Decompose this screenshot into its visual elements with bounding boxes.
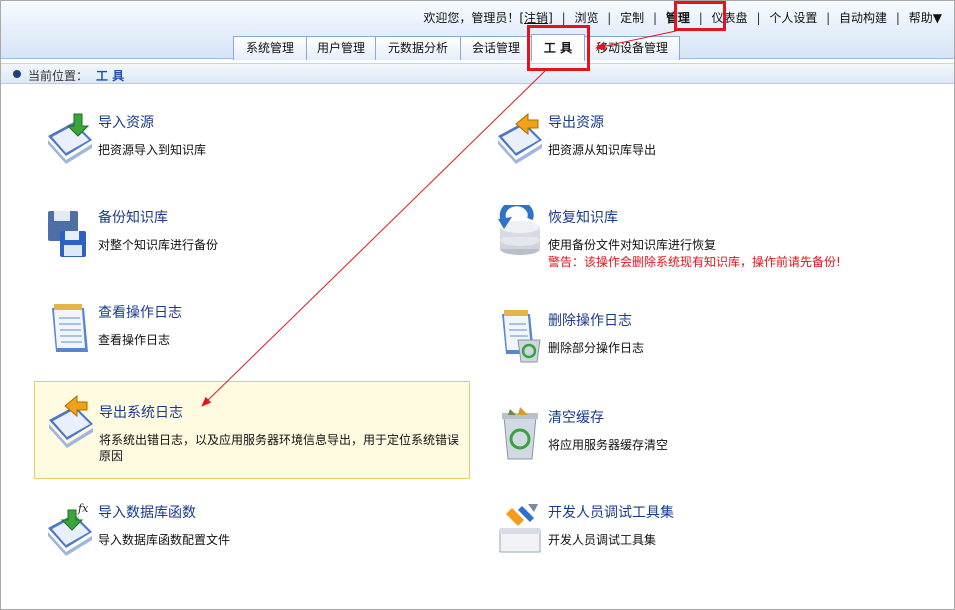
tool-description: 将应用服务器缓存清空 xyxy=(548,438,669,452)
breadcrumb-label: 当前位置： xyxy=(28,69,89,83)
tool-clear-cache[interactable]: 清空缓存 将应用服务器缓存清空 xyxy=(484,395,914,485)
separator: | xyxy=(895,11,900,25)
tool-title[interactable]: 导入数据库函数 xyxy=(98,502,196,522)
separator: | xyxy=(607,11,612,25)
toolbox-icon xyxy=(499,504,541,553)
floppy-disk-icon xyxy=(48,211,86,257)
tool-title[interactable]: 查看操作日志 xyxy=(98,302,182,322)
tool-description: 查看操作日志 xyxy=(98,333,171,347)
nav-auto-build-link[interactable]: 自动构建 xyxy=(839,9,887,26)
database-restore-icon xyxy=(498,205,540,255)
tool-title[interactable]: 恢复知识库 xyxy=(548,207,618,227)
tool-description: 对整个知识库进行备份 xyxy=(98,238,219,252)
bullet-icon xyxy=(13,70,21,78)
tool-view-operation-log[interactable]: 查看操作日志 查看操作日志 xyxy=(34,290,464,380)
book-export-log-icon xyxy=(49,394,93,448)
tool-restore-repository[interactable]: 恢复知识库 使用备份文件对知识库进行恢复 警告：该操作会删除系统现有知识库，操作… xyxy=(484,195,914,285)
tool-title[interactable]: 清空缓存 xyxy=(548,407,604,427)
tool-description: 导入数据库函数配置文件 xyxy=(98,533,231,547)
tool-description: 使用备份文件对知识库进行恢复 xyxy=(548,238,717,252)
tool-delete-operation-log[interactable]: 删除操作日志 删除部分操作日志 xyxy=(484,298,914,388)
nav-personal-settings-link[interactable]: 个人设置 xyxy=(769,9,817,26)
tool-title[interactable]: 开发人员调试工具集 xyxy=(548,502,674,522)
tool-description: 删除部分操作日志 xyxy=(548,341,645,355)
recycle-bin-icon xyxy=(502,407,538,460)
nav-customize-link[interactable]: 定制 xyxy=(620,9,644,26)
tool-export-resource[interactable]: 导出资源 把资源从知识库导出 xyxy=(484,100,914,190)
book-function-icon: fx xyxy=(48,502,92,556)
notepad-icon xyxy=(52,304,88,352)
tab-session-management[interactable]: 会话管理 xyxy=(460,36,532,60)
book-export-icon xyxy=(498,112,542,164)
tool-export-system-log[interactable]: 导出系统日志 将系统出错日志，以及应用服务器环境信息导出，用于定位系统错误原因 xyxy=(34,381,470,479)
welcome-text: 欢迎您，管理员！[ xyxy=(423,11,525,25)
svg-text:fx: fx xyxy=(77,502,89,515)
tab-user-management[interactable]: 用户管理 xyxy=(306,36,376,60)
annotation-box-tools-tab xyxy=(527,25,590,71)
tool-title[interactable]: 导出资源 xyxy=(548,112,604,132)
separator: | xyxy=(826,11,831,25)
notepad-recycle-icon xyxy=(502,310,541,363)
separator: | xyxy=(561,11,566,25)
separator: | xyxy=(756,11,761,25)
tool-title[interactable]: 导出系统日志 xyxy=(99,402,183,422)
header: 欢迎您，管理员！[注销] | 浏览 | 定制 | 管理 | 仪表盘 | 个人设置… xyxy=(1,1,954,61)
tool-title[interactable]: 备份知识库 xyxy=(98,207,168,227)
tool-title[interactable]: 导入资源 xyxy=(98,112,154,132)
tool-developer-debug-toolset[interactable]: 开发人员调试工具集 开发人员调试工具集 xyxy=(484,490,914,580)
annotation-box-manage xyxy=(674,1,726,31)
breadcrumb-current[interactable]: 工 具 xyxy=(96,67,124,84)
welcome-close: ] xyxy=(548,11,553,25)
tab-mobile-device-management[interactable]: 移动设备管理 xyxy=(584,36,680,60)
tool-description: 把资源从知识库导出 xyxy=(548,143,657,157)
nav-browse-link[interactable]: 浏览 xyxy=(574,9,598,26)
nav-help-menu[interactable]: 帮助▼ xyxy=(909,9,942,26)
tool-description: 开发人员调试工具集 xyxy=(548,533,657,547)
book-import-icon xyxy=(48,113,92,164)
tool-description: 将系统出错日志，以及应用服务器环境信息导出，用于定位系统错误原因 xyxy=(99,433,460,463)
tab-system-management[interactable]: 系统管理 xyxy=(233,36,307,60)
separator: | xyxy=(653,11,658,25)
tool-description: 把资源导入到知识库 xyxy=(98,143,207,157)
tool-backup-repository[interactable]: 备份知识库 对整个知识库进行备份 xyxy=(34,195,464,285)
tool-title[interactable]: 删除操作日志 xyxy=(548,310,632,330)
breadcrumb: 当前位置： 工 具 xyxy=(1,63,954,84)
warning-text: 警告：该操作会删除系统现有知识库，操作前请先备份! xyxy=(548,255,841,269)
logout-link[interactable]: 注销 xyxy=(524,9,548,26)
tool-import-database-function[interactable]: fx 导入数据库函数 导入数据库函数配置文件 xyxy=(34,490,464,580)
tool-import-resource[interactable]: 导入资源 把资源导入到知识库 xyxy=(34,100,464,190)
tab-metadata-analysis[interactable]: 元数据分析 xyxy=(375,36,461,60)
